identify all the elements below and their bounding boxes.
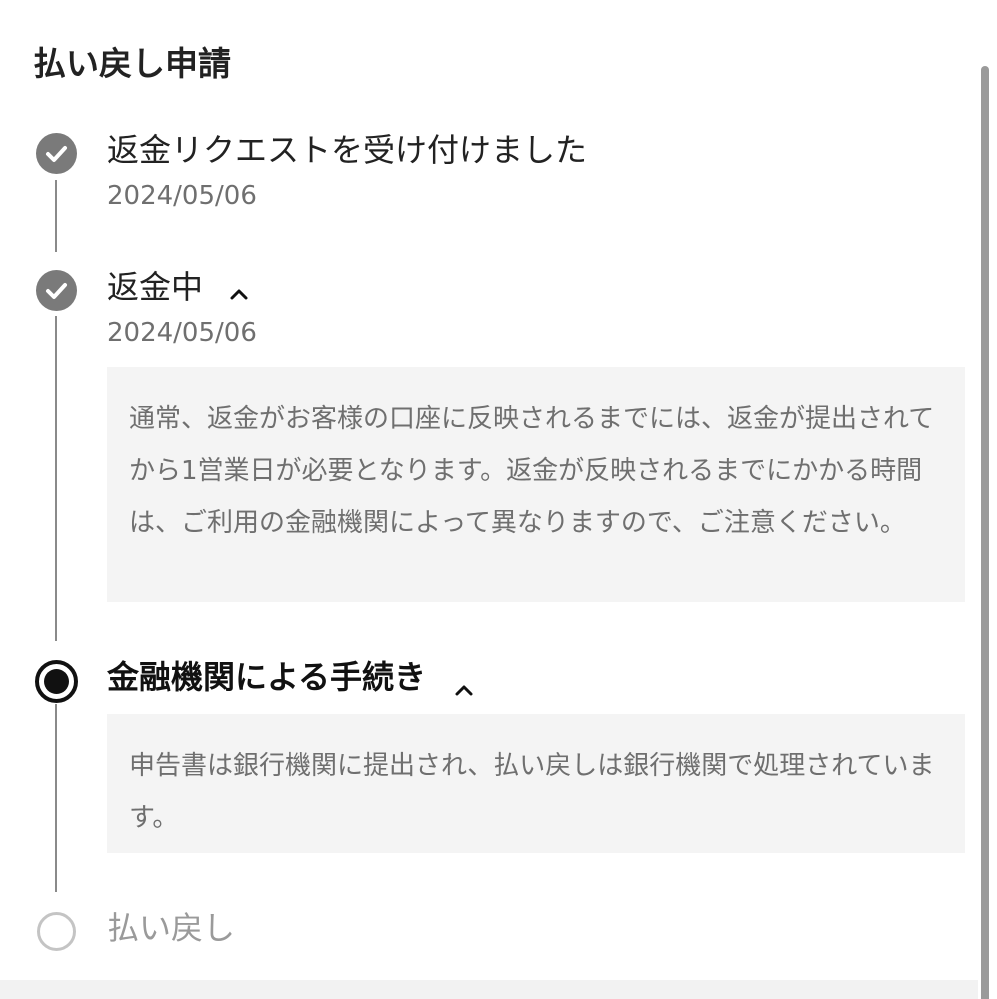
step-title-bank-processing: 金融機関による手続き (107, 657, 476, 697)
check-icon (36, 270, 77, 311)
radio-empty-icon (37, 912, 76, 951)
timeline-connector (55, 180, 57, 252)
bank-processing-note: 申告書は銀行機関に提出され、払い戻しは銀行機関で処理されています。 (107, 714, 965, 853)
refund-request-page: 払い戻し申請 返金リクエストを受け付けました 2024/05/06 返金中 20… (0, 0, 997, 999)
bottom-bar (0, 980, 978, 999)
chevron-up-icon[interactable] (452, 671, 476, 696)
current-step-dot (44, 669, 69, 694)
step-title-request-received: 返金リクエストを受け付けました (107, 130, 587, 170)
step-label: 払い戻し (107, 909, 236, 947)
page-title: 払い戻し申請 (33, 44, 231, 83)
check-icon (36, 133, 77, 174)
step-title-refunding: 返金中 (107, 267, 251, 307)
step-title-refund: 払い戻し (107, 908, 235, 948)
step-date: 2024/05/06 (107, 318, 257, 348)
chevron-up-icon[interactable] (227, 275, 251, 300)
step-date: 2024/05/06 (107, 181, 257, 211)
refunding-note: 通常、返金がお客様の口座に反映されるまでには、返金が提出されてから1営業日が必要… (107, 367, 965, 602)
step-label: 返金中 (107, 268, 204, 306)
scrollbar[interactable] (981, 66, 989, 999)
step-label: 金融機関による手続き (107, 658, 427, 696)
radio-filled-icon (35, 660, 78, 703)
step-label: 返金リクエストを受け付けました (107, 131, 588, 169)
timeline-connector (55, 704, 57, 892)
timeline-connector (55, 316, 57, 641)
